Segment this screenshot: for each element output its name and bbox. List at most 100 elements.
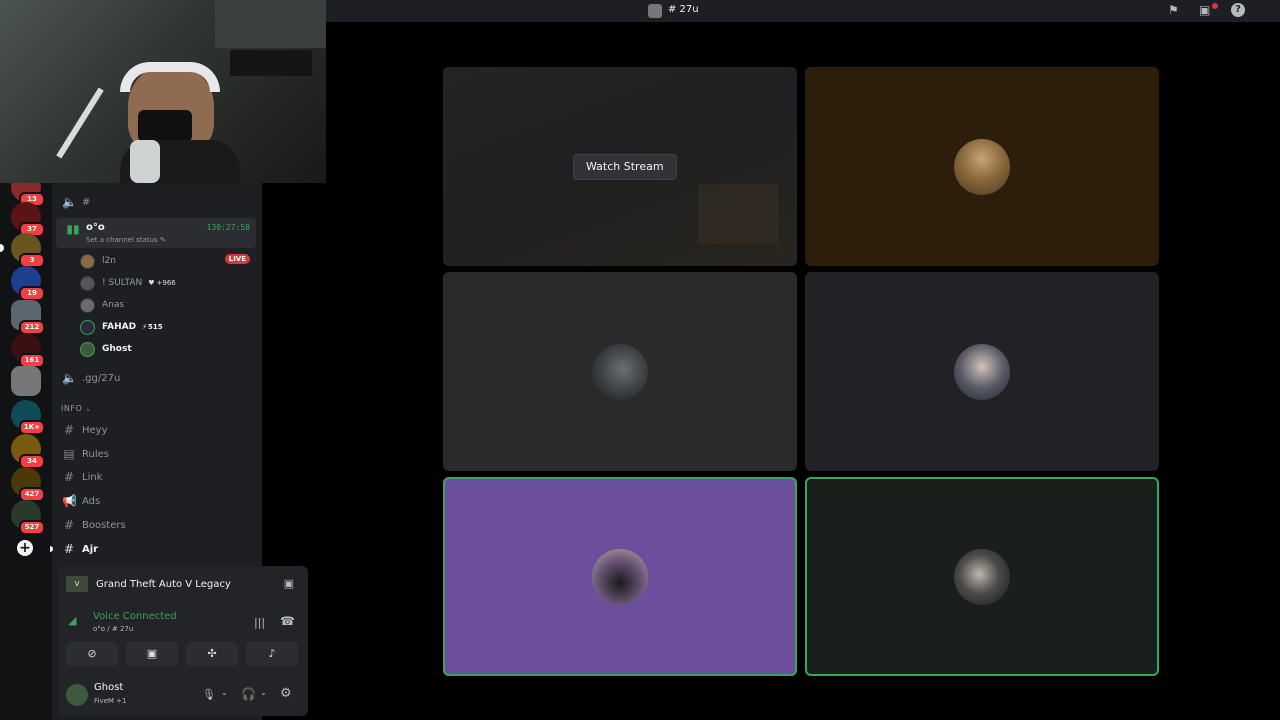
voice-user[interactable]: ! SULTAN ♥ +966 xyxy=(80,273,176,293)
voice-user-name: Ghost xyxy=(102,344,132,354)
participant-tile-speaking[interactable] xyxy=(805,477,1159,676)
voice-user[interactable]: l2n xyxy=(80,251,116,271)
active-voice-channel[interactable]: ▮▮ o°o Set a channel status ✎ 130:27:58 xyxy=(56,218,256,248)
avatar xyxy=(80,319,95,335)
voice-user[interactable]: Ghost xyxy=(80,339,132,359)
voice-user-name: FAHAD xyxy=(102,322,137,332)
screen-share-icon[interactable]: ▣ xyxy=(284,577,294,590)
participant-avatar xyxy=(954,139,1010,195)
voice-user-name: ! SULTAN xyxy=(102,278,143,288)
speaker-lock-icon: 🔈 xyxy=(62,195,77,209)
face-mask xyxy=(138,110,192,142)
channel-name: Heyy xyxy=(82,424,108,436)
soundboard-icon: ♪ xyxy=(268,647,276,660)
activities-button[interactable]: ✣ xyxy=(186,642,238,666)
server-icon[interactable]: 212 xyxy=(11,300,45,335)
mic-arm xyxy=(56,87,104,159)
avatar[interactable] xyxy=(66,684,88,706)
voice-user[interactable]: FAHAD ⚡ 515 xyxy=(80,317,163,337)
participant-avatar xyxy=(592,549,648,605)
microphone-graphic xyxy=(130,140,160,183)
signal-icon[interactable]: ◢ xyxy=(68,614,76,627)
watch-stream-button[interactable]: Watch Stream xyxy=(573,154,677,180)
bolt-icon: ⚡ xyxy=(142,323,147,331)
server-icon-active[interactable] xyxy=(11,366,41,396)
user-name[interactable]: Ghost xyxy=(94,682,123,693)
server-icon[interactable]: 37 xyxy=(11,202,45,237)
voice-channel[interactable]: 🔈 # xyxy=(52,191,257,213)
channel-name: Rules xyxy=(82,448,109,460)
page-title: # 27u xyxy=(668,4,699,15)
text-channel-unread[interactable]: # Ajr xyxy=(50,538,257,560)
noise-suppression-icon[interactable]: ||| xyxy=(254,616,265,629)
top-bar: # 27u ⚑ ▣ ? xyxy=(326,0,1280,22)
server-icon[interactable]: 3 xyxy=(11,233,45,268)
avatar xyxy=(80,275,95,291)
text-channel[interactable]: ▤ Rules xyxy=(52,443,257,465)
megaphone-icon: 📢 xyxy=(62,494,77,508)
screen-share-button[interactable]: ▣ xyxy=(126,642,178,666)
hash-icon: # xyxy=(63,470,75,484)
voice-connected-panel: ◢ Voice Connected o°o / # 27u ||| ☎ ⊘ ▣ … xyxy=(58,602,308,676)
text-channel[interactable]: 📢 Ads xyxy=(52,490,257,512)
wall-frame xyxy=(230,50,312,76)
unread-pill xyxy=(50,546,53,552)
category-info[interactable]: INFO ⌄ xyxy=(61,404,92,413)
channel-name: Ajr xyxy=(82,543,99,555)
soundboard-button[interactable]: ♪ xyxy=(246,642,298,666)
category-label: INFO xyxy=(61,404,83,413)
voice-channel[interactable]: 🔈 .gg/27u xyxy=(52,367,257,389)
voice-status[interactable]: Voice Connected xyxy=(93,611,177,622)
voice-user[interactable]: Anas xyxy=(80,295,124,315)
participant-tile[interactable] xyxy=(443,272,797,471)
text-channel[interactable]: # Heyy xyxy=(52,419,257,441)
game-name: Grand Theft Auto V Legacy xyxy=(96,578,231,590)
gear-icon[interactable]: ⚙ xyxy=(280,686,292,701)
unread-pill xyxy=(0,244,4,252)
voice-activity-icon: ▮▮ xyxy=(66,222,80,236)
pencil-icon[interactable]: ✎ xyxy=(160,236,166,244)
hash-icon: # xyxy=(63,423,75,437)
server-icon xyxy=(648,4,662,18)
inbox-icon[interactable]: ▣ xyxy=(1199,3,1210,17)
server-icon[interactable]: 19 xyxy=(11,266,45,301)
camera-off-button[interactable]: ⊘ xyxy=(66,642,118,666)
notification-dot xyxy=(1212,3,1218,9)
speaker-lock-icon: 🔈 xyxy=(62,371,77,385)
user-tag: 515 xyxy=(147,323,163,331)
hash-icon: # xyxy=(63,542,75,556)
live-badge: LIVE xyxy=(224,254,250,264)
mention-badge: 527 xyxy=(19,520,45,535)
flag-icon[interactable]: ⚑ xyxy=(1168,3,1179,17)
channel-name: .gg/27u xyxy=(82,372,121,384)
server-icon[interactable]: 34 xyxy=(11,434,45,469)
mention-badge: 19 xyxy=(19,286,45,301)
help-icon[interactable]: ? xyxy=(1231,3,1245,17)
activities-icon: ✣ xyxy=(207,647,217,660)
disconnect-icon[interactable]: ☎ xyxy=(280,614,295,628)
channel-name: Boosters xyxy=(82,519,126,531)
server-icon[interactable]: 161 xyxy=(11,333,45,368)
participant-tile[interactable] xyxy=(805,67,1159,266)
voice-user-name: l2n xyxy=(102,256,116,266)
participant-tile-speaking[interactable] xyxy=(443,477,797,676)
server-icon[interactable]: 427 xyxy=(11,467,45,502)
text-channel[interactable]: # Boosters xyxy=(52,514,257,536)
headphones-icon[interactable]: 🎧 xyxy=(241,687,256,701)
stream-tile[interactable]: Watch Stream xyxy=(443,67,797,266)
server-icon[interactable]: 527 xyxy=(11,500,45,535)
chevron-down-icon[interactable]: ⌄ xyxy=(260,688,267,697)
text-channel[interactable]: # Link xyxy=(52,466,257,488)
mention-badge: 1K+ xyxy=(18,420,45,435)
channel-status-placeholder[interactable]: Set a channel status xyxy=(86,236,158,244)
user-activity: FiveM +1 xyxy=(94,697,127,705)
microphone-icon[interactable]: 🎙 xyxy=(202,688,216,701)
camera-off-icon: ⊘ xyxy=(87,647,97,660)
channel-name: Link xyxy=(82,471,103,483)
heart-icon: ♥ xyxy=(148,279,155,287)
server-icon[interactable]: 1K+ xyxy=(11,400,45,435)
voice-location[interactable]: o°o / # 27u xyxy=(93,625,133,633)
add-server-icon[interactable]: + xyxy=(17,540,33,556)
participant-tile[interactable] xyxy=(805,272,1159,471)
chevron-down-icon[interactable]: ⌄ xyxy=(221,688,228,697)
